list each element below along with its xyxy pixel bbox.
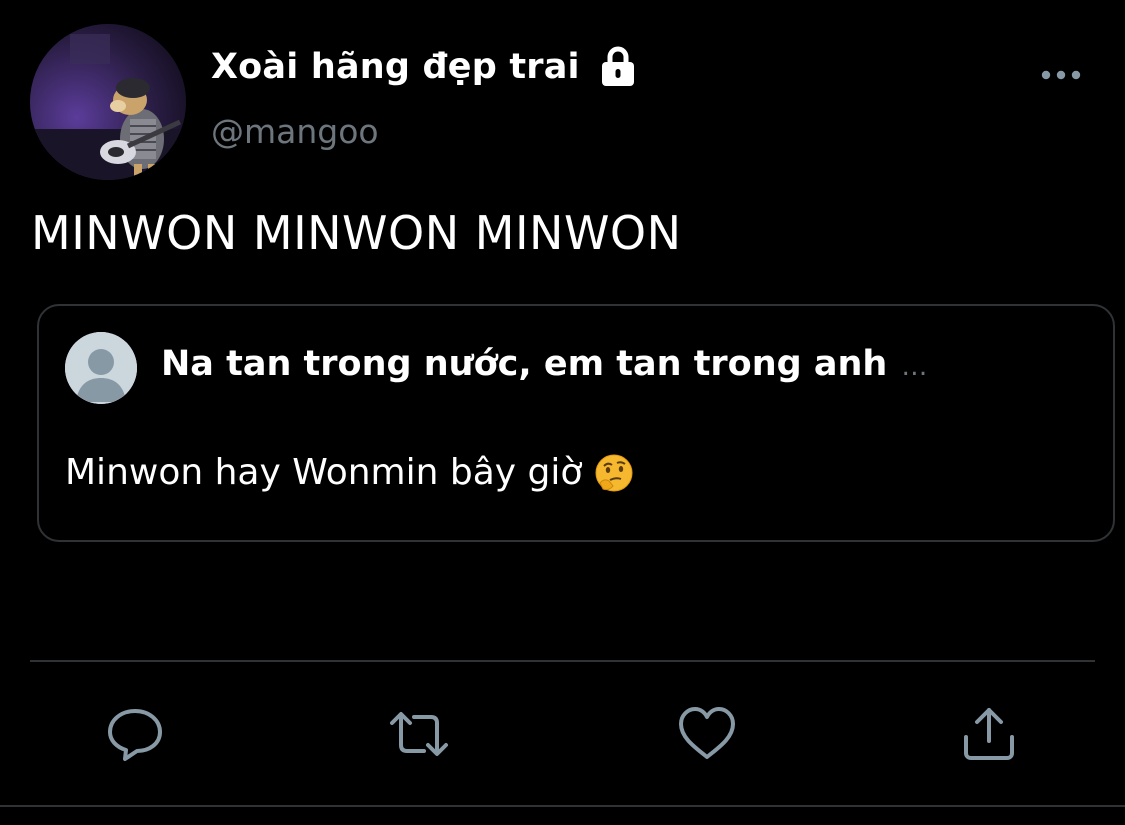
- retweet-icon: [390, 712, 448, 756]
- truncation-ellipsis: …: [901, 352, 928, 382]
- retweet-button[interactable]: [388, 703, 450, 765]
- author-display-name[interactable]: Xoài hãng đẹp trai: [211, 47, 580, 87]
- quoted-tweet-card[interactable]: Na tan trong nước, em tan trong anh … Min…: [37, 304, 1115, 542]
- bottom-divider: [0, 805, 1125, 807]
- tweet-text: MINWON MINWON MINWON: [31, 206, 682, 260]
- reply-icon: [108, 709, 162, 761]
- default-profile-icon: [65, 332, 137, 404]
- quoted-author-name: Na tan trong nước, em tan trong anh: [161, 344, 888, 384]
- quoted-tweet-text-row: Minwon hay Wonmin bây giờ: [65, 452, 634, 493]
- quoted-author-name-row: Na tan trong nước, em tan trong anh …: [161, 344, 927, 384]
- like-icon: [679, 707, 735, 759]
- action-bar-divider: [30, 660, 1095, 662]
- author-handle[interactable]: @mangoo: [211, 112, 379, 151]
- reply-button[interactable]: [104, 703, 166, 765]
- thinking-face-icon: [594, 453, 634, 493]
- lock-icon: [598, 45, 638, 89]
- share-button[interactable]: [958, 703, 1020, 765]
- like-button[interactable]: [676, 703, 738, 765]
- author-name-row: Xoài hãng đẹp trai: [211, 42, 638, 92]
- share-icon: [964, 708, 1014, 760]
- tweet-card: Xoài hãng đẹp trai @mangoo MINWON MINWON…: [0, 0, 1125, 825]
- quoted-tweet-text: Minwon hay Wonmin bây giờ: [65, 452, 583, 493]
- more-options-icon[interactable]: [1038, 62, 1084, 88]
- dog-with-guitar-avatar: [30, 24, 186, 180]
- author-avatar[interactable]: [30, 24, 186, 180]
